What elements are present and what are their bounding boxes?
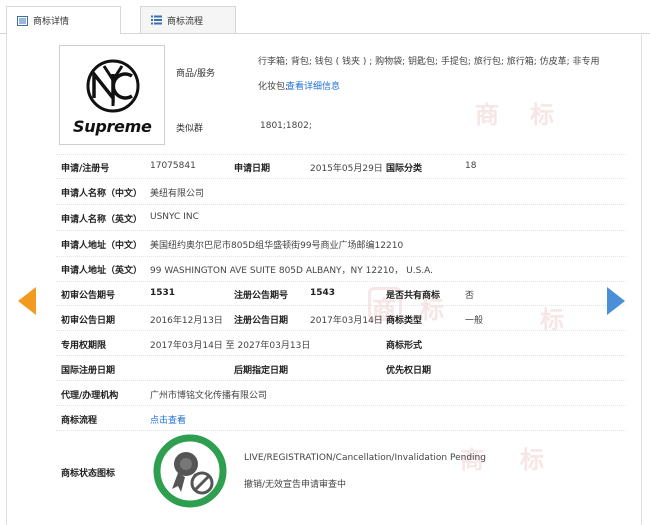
document-icon bbox=[17, 15, 28, 26]
row-divider bbox=[56, 380, 626, 381]
reg-pub-no-value: 1543 bbox=[310, 288, 336, 298]
agent-label: 代理/办理机构 bbox=[61, 391, 119, 401]
status-badge-icon bbox=[152, 433, 228, 509]
row-divider bbox=[56, 281, 626, 282]
tm-type-value: 一般 bbox=[465, 316, 484, 326]
address-cn-value: 美国纽约奥尔巴尼市805D组华盛顿街99号商业广场邮编12210 bbox=[150, 241, 404, 251]
address-en-value: 99 WASHINGTON AVE SUITE 805D ALBANY，NY 1… bbox=[150, 266, 434, 276]
reg-pub-date-label: 注册公告日期 bbox=[234, 316, 289, 326]
prelim-no-label: 初审公告期号 bbox=[61, 291, 116, 301]
status-label: 商标状态图标 bbox=[61, 469, 116, 479]
applicant-cn-value: 美纽有限公司 bbox=[150, 189, 205, 199]
row-divider bbox=[56, 230, 626, 231]
watermark: 商 bbox=[475, 100, 499, 129]
shared-label: 是否共有商标 bbox=[386, 291, 441, 301]
status-en-value: LIVE/REGISTRATION/Cancellation/Invalidat… bbox=[244, 453, 486, 463]
watermark: 标 bbox=[520, 445, 544, 474]
trademark-image: Supreme bbox=[59, 45, 165, 145]
tab-bar: 商标详情 商标流程 bbox=[0, 0, 650, 34]
goods-value-line1: 行李箱; 背包; 钱包 ( 钱夹 ) ; 购物袋; 钥匙包; 手提包; 旅行包;… bbox=[258, 57, 600, 67]
row-divider bbox=[56, 256, 626, 257]
apply-date-label: 申请日期 bbox=[234, 164, 271, 174]
row-divider bbox=[56, 204, 626, 205]
apply-date-value: 2015年05月29日 bbox=[310, 164, 383, 174]
shared-value: 否 bbox=[465, 291, 475, 301]
logo-text: Supreme bbox=[73, 117, 152, 136]
reg-no-value: 17075841 bbox=[150, 161, 196, 171]
tab-label: 商标流程 bbox=[167, 16, 204, 27]
intl-reg-date-label: 国际注册日期 bbox=[61, 366, 116, 376]
tm-form-label: 商标形式 bbox=[386, 341, 423, 351]
row-divider bbox=[56, 405, 626, 406]
similar-group-value: 1801;1802; bbox=[260, 121, 312, 131]
prelim-date-label: 初审公告日期 bbox=[61, 316, 116, 326]
intl-class-value: 18 bbox=[465, 161, 477, 171]
exclusive-value: 2017年03月14日 至 2027年03月13日 bbox=[150, 341, 311, 351]
tab-trademark-details[interactable]: 商标详情 bbox=[6, 6, 121, 34]
prev-arrow-icon[interactable] bbox=[18, 287, 36, 315]
view-flow-link[interactable]: 点击查看 bbox=[150, 413, 186, 426]
row-divider bbox=[56, 430, 626, 431]
address-cn-label: 申请人地址（中文） bbox=[61, 241, 143, 251]
row-divider bbox=[56, 330, 626, 331]
prelim-no-value: 1531 bbox=[150, 288, 176, 298]
row-divider bbox=[56, 178, 626, 179]
row-divider bbox=[56, 355, 626, 356]
intl-class-label: 国际分类 bbox=[386, 164, 423, 174]
row-divider bbox=[56, 154, 626, 155]
list-icon bbox=[151, 15, 162, 25]
tab-label: 商标详情 bbox=[33, 17, 70, 27]
nyc-emblem-icon bbox=[86, 59, 140, 113]
applicant-en-value: USNYC INC bbox=[150, 212, 199, 222]
later-date-label: 后期指定日期 bbox=[234, 366, 289, 376]
reg-pub-no-label: 注册公告期号 bbox=[234, 291, 289, 301]
status-cn-value: 撤销/无效宣告申请审查中 bbox=[244, 480, 347, 490]
goods-label: 商品/服务 bbox=[176, 69, 216, 79]
agent-value: 广州市博铭文化传播有限公司 bbox=[150, 391, 268, 401]
prelim-date-value: 2016年12月13日 bbox=[150, 316, 223, 326]
address-en-label: 申请人地址（英文） bbox=[61, 266, 143, 276]
reg-pub-date-value: 2017年03月14日 bbox=[310, 316, 383, 326]
similar-group-label: 类似群 bbox=[176, 124, 204, 134]
goods-value-line2: 化妆包; bbox=[258, 82, 289, 92]
reg-no-label: 申请/注册号 bbox=[61, 164, 110, 174]
watermark: 标 bbox=[530, 100, 554, 129]
exclusive-label: 专用权期限 bbox=[61, 341, 107, 351]
tm-type-label: 商标类型 bbox=[386, 316, 423, 326]
applicant-en-label: 申请人名称（英文） bbox=[61, 215, 143, 225]
flow-label: 商标流程 bbox=[61, 416, 98, 426]
tab-trademark-flow[interactable]: 商标流程 bbox=[140, 6, 236, 33]
priority-date-label: 优先权日期 bbox=[386, 366, 432, 376]
row-divider bbox=[56, 305, 626, 306]
next-arrow-icon[interactable] bbox=[607, 287, 625, 315]
applicant-cn-label: 申请人名称（中文） bbox=[61, 189, 143, 199]
view-details-link[interactable]: 查看详细信息 bbox=[286, 79, 340, 92]
